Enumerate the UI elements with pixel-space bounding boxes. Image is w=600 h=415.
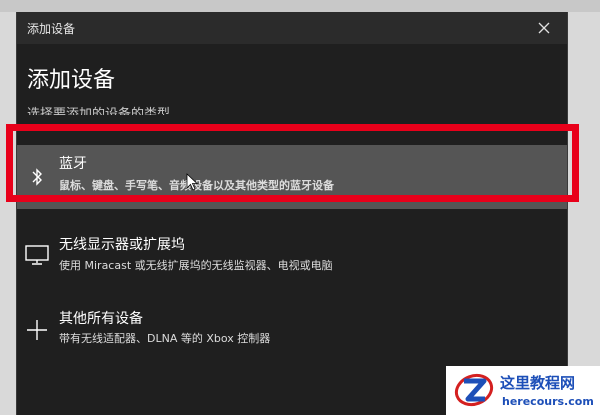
- background-strip: [0, 0, 600, 12]
- close-button[interactable]: [521, 12, 567, 44]
- plus-icon: [23, 316, 51, 344]
- watermark-logo-icon: [454, 373, 494, 407]
- bluetooth-icon: [23, 163, 51, 191]
- window-title: 添加设备: [27, 22, 76, 36]
- option-label: 蓝牙: [59, 156, 87, 172]
- site-watermark: 这里教程网 herecours.com: [446, 366, 600, 415]
- option-everything-else[interactable]: 其他所有设备 带有无线适配器、DLNA 等的 Xbox 控制器: [17, 304, 567, 364]
- mouse-cursor-icon: [186, 173, 198, 191]
- close-icon: [538, 22, 550, 34]
- option-label: 无线显示器或扩展坞: [59, 237, 185, 253]
- option-wireless-display[interactable]: 无线显示器或扩展坞 使用 Miracast 或无线扩展坞的无线监视器、电视或电脑: [17, 227, 567, 287]
- watermark-site-name: 这里教程网: [500, 374, 576, 392]
- option-description: 带有无线适配器、DLNA 等的 Xbox 控制器: [59, 332, 271, 345]
- option-description: 使用 Miracast 或无线扩展坞的无线监视器、电视或电脑: [59, 259, 333, 272]
- option-bluetooth[interactable]: 蓝牙 鼠标、键盘、手写笔、音频设备以及其他类型的蓝牙设备: [17, 145, 567, 209]
- title-bar: 添加设备: [17, 12, 567, 44]
- watermark-site-url: herecours.com: [502, 395, 594, 408]
- add-device-dialog: 添加设备 添加设备 选择要添加的设备的类型 蓝牙 鼠标、键盘、手写笔、音频设备以…: [16, 12, 568, 415]
- monitor-icon: [23, 241, 51, 269]
- page-heading: 添加设备: [27, 68, 116, 93]
- option-label: 其他所有设备: [59, 311, 143, 327]
- page-subheading: 选择要添加的设备的类型: [27, 107, 171, 115]
